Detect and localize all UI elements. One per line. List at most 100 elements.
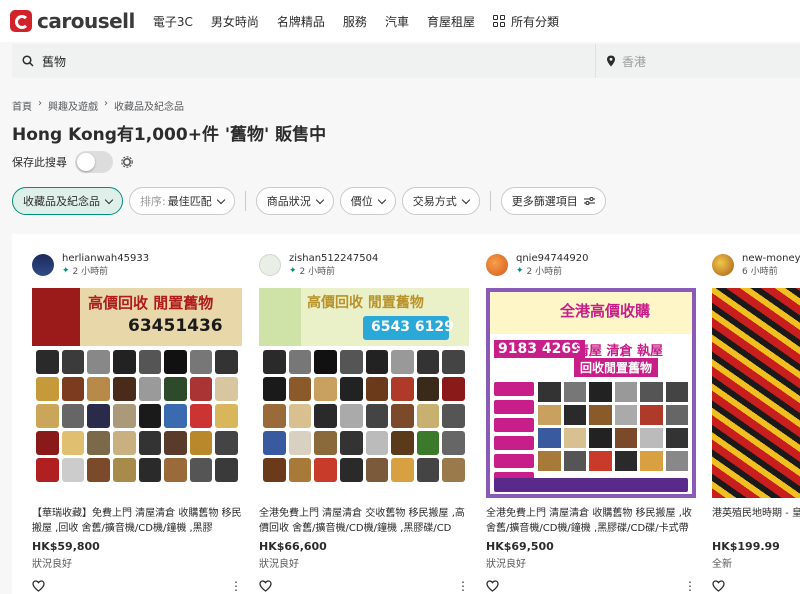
- deal-method-label: 交易方式: [412, 195, 457, 208]
- listing-time: 2 小時前: [526, 267, 563, 277]
- listing-description: 港英殖民地時期 - 皇 梧葉風箭雙繫絲質裝: [712, 508, 800, 519]
- price-filter[interactable]: 價位: [339, 187, 396, 215]
- sparkle-icon: ✦: [289, 265, 297, 276]
- grid-icon: [492, 15, 505, 27]
- gear-icon[interactable]: [121, 156, 133, 168]
- listing-card[interactable]: new-moneym 6 小時前 港英殖民地時期 - 皇 梧葉風箭雙繫絲質裝 H…: [712, 250, 800, 592]
- ad-tag-column: [494, 382, 534, 490]
- nav-item-cars[interactable]: 汽車: [385, 13, 409, 30]
- seller-name: herlianwah45933: [62, 253, 150, 264]
- sort-filter[interactable]: 排序: 最佳匹配: [129, 187, 235, 215]
- carousell-logo-icon: [10, 10, 32, 32]
- listing-description: 全港免費上門 清屋清倉 交收舊物 移民搬屋 ,高價回收 舍舊/擴音機/CD機/鐘…: [259, 508, 465, 534]
- listing-actions: ⋮: [32, 580, 242, 592]
- chevron-down-icon: [216, 195, 225, 204]
- listing-photo[interactable]: 全港高價收購 9183 4269 清屋 清倉 執屋 回收閒置舊物: [486, 288, 696, 498]
- save-search-toggle[interactable]: [75, 151, 113, 173]
- more-filters-button[interactable]: 更多篩選項目: [500, 187, 606, 215]
- location-input[interactable]: 香港: [596, 44, 800, 78]
- breadcrumb-separator-icon: ›: [38, 98, 42, 109]
- more-options-icon[interactable]: ⋮: [230, 580, 242, 592]
- seller-info[interactable]: zishan512247504 ✦ 2 小時前: [259, 250, 469, 280]
- ad-banner: 高價回收 閒置舊物 63451436: [32, 288, 242, 346]
- nav-item-electronics[interactable]: 電子3C: [153, 13, 193, 30]
- ad-phone: 6543 6129: [371, 319, 454, 335]
- avatar: [32, 254, 54, 276]
- ad-footer-banner: [494, 478, 688, 492]
- heart-icon[interactable]: [259, 580, 272, 592]
- results-grid: herlianwah45933 ✦ 2 小時前 高價回收 閒置舊物 6345143…: [12, 234, 800, 594]
- breadcrumb-home[interactable]: 首頁: [12, 98, 32, 113]
- nav-item-services[interactable]: 服務: [343, 13, 367, 30]
- listing-photo[interactable]: 高價回收 閒置舊物 63451436: [32, 288, 242, 498]
- nav-item-property[interactable]: 育屋租屋: [427, 13, 475, 30]
- heart-icon[interactable]: [32, 580, 45, 592]
- logo-text: carousell: [37, 9, 135, 33]
- breadcrumb: 首頁 › 興趣及遊戲 › 收藏品及紀念品: [12, 98, 184, 113]
- seller-info[interactable]: herlianwah45933 ✦ 2 小時前: [32, 250, 242, 280]
- chevron-down-icon: [377, 195, 386, 204]
- search-bar: 舊物 香港: [12, 44, 800, 78]
- seller-time-row: ✦ 2 小時前: [516, 264, 589, 278]
- avatar: [486, 254, 508, 276]
- sparkle-icon: ✦: [62, 265, 70, 276]
- nav-all-label: 所有分類: [510, 14, 559, 29]
- top-bar: carousell 電子3C 男女時尚 名牌精品 服務 汽車 育屋租屋 所有分類: [0, 0, 800, 42]
- seller-name: zishan512247504: [289, 253, 379, 264]
- ad-item-collage: [32, 346, 242, 498]
- ad-phone: 63451436: [128, 316, 223, 336]
- condition-filter-label: 商品狀況: [266, 195, 311, 208]
- page-title: Hong Kong有1,000+件 '舊物' 販售中: [12, 125, 327, 145]
- heart-icon[interactable]: [486, 580, 499, 592]
- listing-description: 【華瑞收藏】免費上門 清屋清倉 收購舊物 移民搬屋 ,回收 舍舊/擴音機/CD機…: [32, 508, 242, 534]
- search-input[interactable]: 舊物: [12, 44, 596, 78]
- breadcrumb-separator-icon: ›: [104, 98, 108, 109]
- listing-time: 6 小時前: [742, 267, 778, 277]
- category-filter-label: 收藏品及紀念品: [23, 195, 100, 208]
- ad-title: 高價回收 閒置舊物: [307, 295, 424, 311]
- deal-method-filter[interactable]: 交易方式: [401, 187, 480, 215]
- listing-condition: 狀況良好: [486, 559, 526, 570]
- seller-time-row: 6 小時前: [742, 264, 800, 277]
- save-search-row: 保存此搜尋: [12, 151, 133, 173]
- listing-card[interactable]: zishan512247504 ✦ 2 小時前 高價回收 閒置舊物 6543 61…: [259, 250, 469, 592]
- seller-info[interactable]: qnie94744920 ✦ 2 小時前: [486, 250, 696, 280]
- ad-title: 全港高價收購: [560, 302, 651, 320]
- chevron-down-icon: [461, 195, 470, 204]
- seller-info[interactable]: new-moneym 6 小時前: [712, 250, 800, 280]
- more-options-icon[interactable]: ⋮: [457, 580, 469, 592]
- seller-time-row: ✦ 2 小時前: [62, 264, 149, 278]
- listing-photo[interactable]: [712, 288, 800, 498]
- location-placeholder: 香港: [622, 54, 647, 69]
- chevron-down-icon: [315, 195, 324, 204]
- location-pin-icon: [607, 55, 615, 67]
- category-nav: 電子3C 男女時尚 名牌精品 服務 汽車 育屋租屋 所有分類: [153, 13, 559, 30]
- carousell-logo[interactable]: carousell: [10, 9, 135, 33]
- nav-item-luxury[interactable]: 名牌精品: [277, 13, 325, 30]
- listing-price: HK$59,800: [32, 540, 100, 553]
- heart-icon[interactable]: [712, 580, 725, 592]
- search-query: 舊物: [42, 54, 67, 69]
- listing-card[interactable]: herlianwah45933 ✦ 2 小時前 高價回收 閒置舊物 6345143…: [32, 250, 242, 592]
- ad-title: 高價回收 閒置舊物: [88, 294, 214, 312]
- more-options-icon[interactable]: ⋮: [684, 580, 696, 592]
- listing-card[interactable]: qnie94744920 ✦ 2 小時前 全港高價收購 9183 4269 清屋 …: [486, 250, 696, 592]
- listing-condition: 狀況良好: [32, 559, 72, 570]
- listing-price: HK$69,500: [486, 540, 554, 553]
- listing-photo[interactable]: 高價回收 閒置舊物 6543 6129: [259, 288, 469, 498]
- nav-item-fashion[interactable]: 男女時尚: [211, 13, 259, 30]
- sort-label: 排序:: [140, 195, 166, 208]
- sparkle-icon: ✦: [516, 265, 524, 276]
- breadcrumb-hobbies[interactable]: 興趣及遊戲: [48, 98, 98, 113]
- nav-all-categories[interactable]: 所有分類: [492, 13, 559, 30]
- condition-filter[interactable]: 商品狀況: [255, 187, 334, 215]
- listing-description: 全港免費上門 清屋清倉 收購舊物 移民搬屋 ,收舍舊/擴音機/CD機/鐘機 ,黑…: [486, 508, 692, 534]
- category-filter[interactable]: 收藏品及紀念品: [12, 187, 123, 215]
- breadcrumb-collectibles[interactable]: 收藏品及紀念品: [114, 98, 184, 113]
- ad-subtitle: 清屋 清倉 執屋: [576, 344, 664, 359]
- more-filters-label: 更多篩選項目: [511, 195, 578, 208]
- listing-time: 2 小時前: [299, 267, 336, 277]
- sliders-icon: [583, 197, 595, 205]
- chevron-down-icon: [104, 195, 114, 204]
- listing-condition: 狀況良好: [259, 559, 299, 570]
